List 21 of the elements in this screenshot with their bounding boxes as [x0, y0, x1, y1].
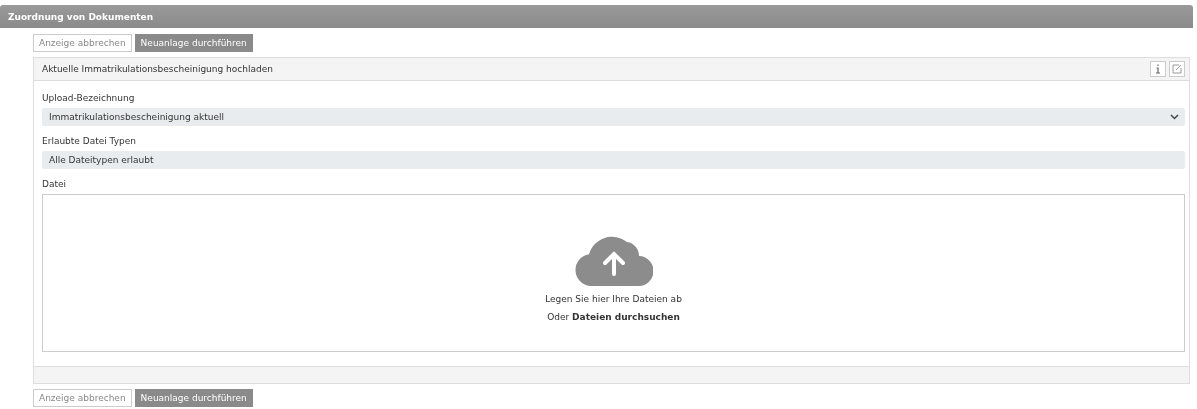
edit-icon — [1172, 64, 1182, 74]
cloud-upload-icon — [574, 234, 653, 286]
cancel-button[interactable]: Anzeige abbrechen — [33, 389, 132, 407]
browse-link[interactable]: Dateien durchsuchen — [572, 312, 680, 322]
info-icon — [1155, 64, 1161, 74]
submit-button[interactable]: Neuanlage durchführen — [134, 389, 253, 407]
chevron-down-icon — [1170, 114, 1179, 120]
field-label: Erlaubte Datei Typen — [42, 136, 137, 146]
readonly-field: Alle Dateitypen erlaubt — [42, 151, 1185, 169]
edit-button[interactable] — [1169, 61, 1185, 77]
field-label: Datei — [42, 179, 67, 189]
section-header: Zuordnung von Dokumenten — [0, 5, 1193, 28]
info-button[interactable] — [1150, 61, 1166, 77]
panel-title: Aktuelle Immatrikulationsbescheinigung hochladen — [42, 64, 273, 74]
cancel-button[interactable]: Anzeige abbrechen — [33, 34, 132, 52]
browse-text: Oder Dateien durchsuchen — [547, 312, 680, 322]
field-label: Upload-Bezeichnung — [42, 93, 136, 103]
submit-button[interactable]: Neuanlage durchführen — [134, 34, 253, 52]
drop-hint-text: Legen Sie hier Ihre Dateien ab — [545, 294, 682, 304]
select-field[interactable]: Immatrikulationsbescheinigung aktuell — [42, 108, 1185, 126]
file-dropzone[interactable]: Legen Sie hier Ihre Dateien ab Oder Dateien durchsuchen — [42, 194, 1185, 352]
